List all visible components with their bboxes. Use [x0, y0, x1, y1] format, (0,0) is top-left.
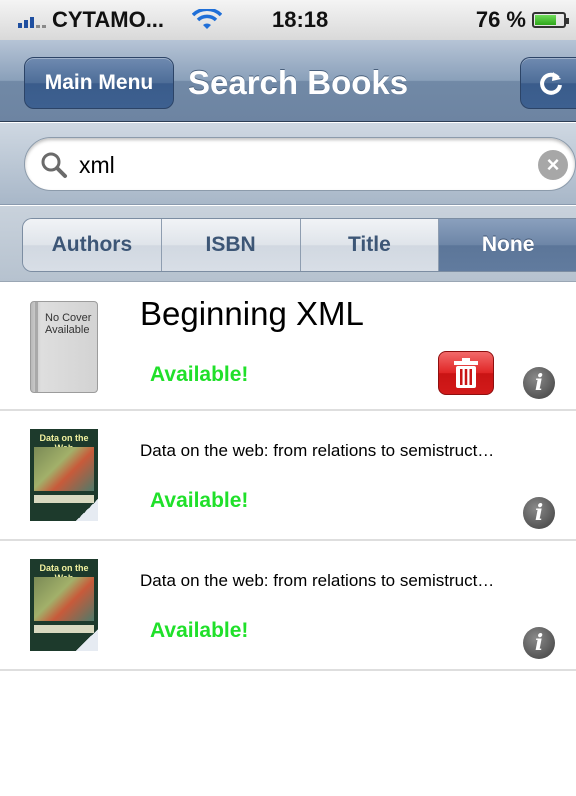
refresh-icon	[539, 72, 562, 95]
segment-authors[interactable]: Authors	[23, 219, 162, 271]
segment-isbn[interactable]: ISBN	[161, 219, 301, 271]
segment-title[interactable]: Title	[300, 219, 440, 271]
segment-none[interactable]: None	[439, 219, 576, 271]
page-title: Search Books	[188, 64, 409, 101]
status-left: CYTAMO...	[18, 7, 223, 33]
info-icon[interactable]: i	[523, 497, 555, 529]
search-bar: ×	[0, 123, 576, 205]
trash-icon	[454, 358, 478, 388]
clear-search-icon[interactable]: ×	[538, 150, 568, 180]
status-right: 76 %	[475, 7, 569, 33]
carrier-name: CYTAMO...	[52, 7, 165, 32]
info-icon[interactable]: i	[523, 367, 555, 399]
list-item[interactable]: Data on the Web Data on the web: from re…	[0, 541, 576, 671]
navigation-bar: Main Menu Search Books	[0, 40, 576, 122]
results-list: No Cover Available Beginning XML Availab…	[0, 283, 576, 671]
search-scope-bar: Authors ISBN Title None	[0, 206, 576, 282]
cover-art	[34, 447, 94, 491]
book-title: Data on the web: from relations to semis…	[140, 441, 495, 460]
search-input[interactable]	[79, 148, 519, 182]
main-menu-button[interactable]: Main Menu	[24, 57, 174, 109]
search-scope-segmented-control: Authors ISBN Title None	[22, 218, 576, 272]
book-title: Data on the web: from relations to semis…	[140, 571, 495, 590]
book-cover-placeholder: No Cover Available	[30, 301, 98, 393]
delete-button[interactable]	[438, 351, 494, 395]
cover-art	[34, 577, 94, 621]
page-curl	[76, 629, 98, 651]
list-item[interactable]: Data on the Web Data on the web: from re…	[0, 411, 576, 541]
book-cover-image: Data on the Web	[30, 559, 98, 651]
availability-status: Available!	[150, 363, 249, 386]
battery-percent: 76 %	[475, 7, 526, 32]
battery-fill	[535, 15, 557, 25]
cover-text: No Cover Available	[45, 312, 92, 337]
signal-icon	[18, 12, 46, 28]
page-curl	[76, 499, 98, 521]
availability-status: Available!	[150, 619, 249, 642]
status-bar: CYTAMO... 18:18 76 %	[0, 0, 576, 40]
refresh-button[interactable]	[520, 57, 576, 109]
battery-icon	[532, 12, 569, 28]
status-time: 18:18	[272, 7, 329, 32]
wifi-icon	[192, 9, 223, 29]
book-title: Beginning XML	[140, 295, 364, 332]
list-item[interactable]: No Cover Available Beginning XML Availab…	[0, 283, 576, 411]
book-cover-image: Data on the Web	[30, 429, 98, 521]
info-icon[interactable]: i	[523, 627, 555, 659]
search-icon	[41, 152, 67, 178]
search-field[interactable]: ×	[24, 137, 576, 191]
availability-status: Available!	[150, 489, 249, 512]
